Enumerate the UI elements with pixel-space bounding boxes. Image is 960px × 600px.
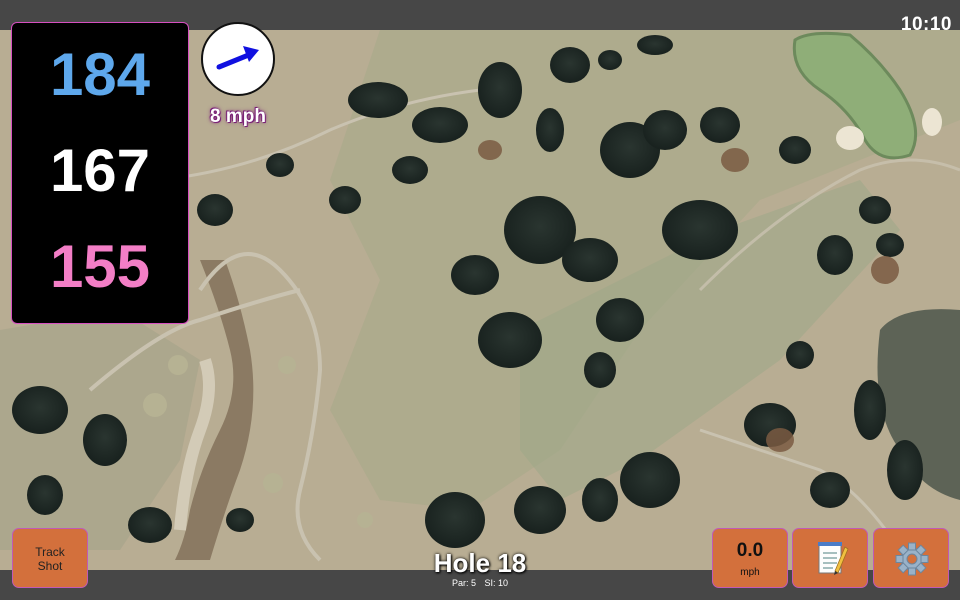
notes-button[interactable] xyxy=(792,528,868,588)
yardage-panel: 184 167 155 xyxy=(11,22,189,324)
hole-info: Par: 5 SI: 10 xyxy=(380,578,580,588)
track-shot-label-line2: Shot xyxy=(37,559,63,573)
track-shot-label-line1: Track xyxy=(35,545,65,559)
speed-value: 0.0 xyxy=(736,540,764,561)
settings-button[interactable] xyxy=(873,528,949,588)
wind-speed-label: 8 mph xyxy=(210,106,266,127)
speed-button[interactable]: 0.0 mph xyxy=(712,528,788,588)
gear-icon xyxy=(895,542,929,576)
wind-indicator xyxy=(201,22,275,96)
front-yardage: 155 xyxy=(49,233,151,300)
wind-direction-arrow-icon xyxy=(216,46,259,70)
track-shot-button[interactable]: Track Shot xyxy=(12,528,88,588)
hole-stroke-index: SI: 10 xyxy=(484,578,509,588)
status-clock: 10:10 xyxy=(900,14,952,35)
hole-par: Par: 5 xyxy=(451,578,476,588)
middle-yardage: 167 xyxy=(49,137,151,204)
hole-title: Hole 18 xyxy=(433,548,527,578)
speed-unit: mph xyxy=(740,567,760,578)
notepad-icon xyxy=(818,542,849,575)
back-yardage: 184 xyxy=(49,41,151,108)
